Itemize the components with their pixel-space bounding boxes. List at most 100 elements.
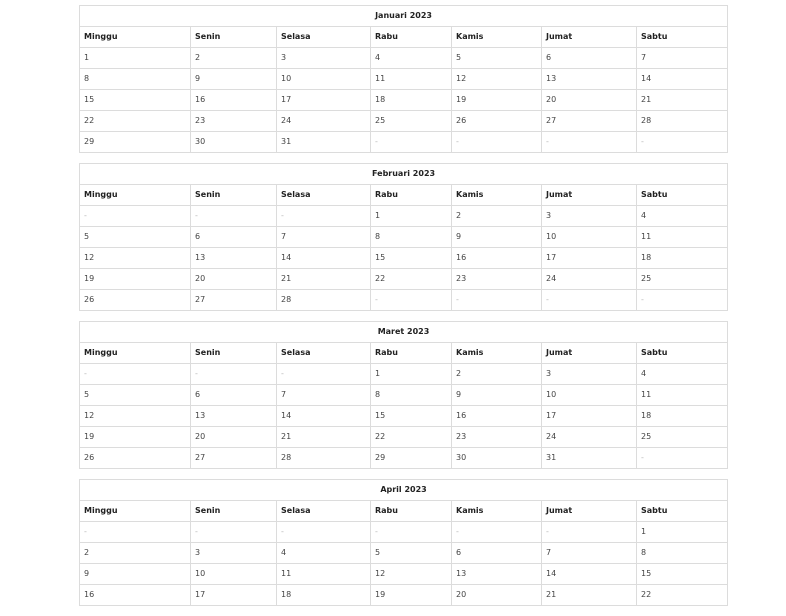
month-title-row: Februari 2023 xyxy=(78,163,729,185)
day-cell: 17 xyxy=(190,584,277,606)
day-cell: 12 xyxy=(79,405,191,427)
day-cell: 19 xyxy=(79,268,191,290)
week-row: 12 13 14 15 16 17 18 xyxy=(79,247,729,269)
day-header: Jumat xyxy=(541,184,637,206)
day-header: Rabu xyxy=(370,184,452,206)
day-header: Kamis xyxy=(451,184,542,206)
week-row: 5 6 7 8 9 10 11 xyxy=(79,384,728,406)
day-cell: 27 xyxy=(190,447,277,469)
day-cell: 19 xyxy=(79,426,191,448)
day-cell: 6 xyxy=(541,47,637,69)
day-cell: 16 xyxy=(451,247,542,269)
day-header: Rabu xyxy=(370,500,452,522)
week-row: 26 27 28- - - - xyxy=(79,289,729,311)
day-cell: 28 xyxy=(635,110,729,132)
day-cell: 29 xyxy=(79,131,191,153)
day-cell: 5 xyxy=(79,226,191,248)
day-cell: 3 xyxy=(190,542,277,564)
day-cell: 28 xyxy=(276,447,371,469)
day-cell: 26 xyxy=(79,289,191,311)
week-row: 5 6 7 8 9 10 11 xyxy=(79,226,729,248)
day-cell: 17 xyxy=(541,247,637,269)
day-cell: 23 xyxy=(451,268,542,290)
day-cell: 13 xyxy=(451,563,542,585)
day-cell: 22 xyxy=(635,584,729,606)
day-header-row: Minggu Senin Selasa Rabu Kamis Jumat Sabtu xyxy=(79,500,729,522)
day-header: Minggu xyxy=(79,500,191,522)
day-header: Selasa xyxy=(276,184,371,206)
day-cell: 4 xyxy=(370,47,452,69)
day-cell: 20 xyxy=(190,268,277,290)
month-calendar-table: April 2023 Minggu Senin Selasa Rabu Kamis Juma… xyxy=(78,479,729,606)
day-cell: 12 xyxy=(451,68,542,90)
week-row: ---1234 xyxy=(79,205,729,227)
empty-day-cell: - xyxy=(370,289,452,311)
week-row: ---1234 xyxy=(79,363,728,385)
day-cell: 11 xyxy=(276,563,371,585)
day-cell: 4 xyxy=(635,205,729,227)
day-cell: 7 xyxy=(276,384,371,406)
day-cell: 4 xyxy=(276,542,371,564)
day-cell: 13 xyxy=(190,405,277,427)
day-cell: 1 xyxy=(370,363,452,385)
week-row: 26 27 28 29 30 31- xyxy=(79,447,728,469)
day-cell: 17 xyxy=(276,89,371,111)
day-cell: 18 xyxy=(276,584,371,606)
day-cell: 9 xyxy=(451,384,542,406)
month-title-row: April 2023 xyxy=(78,479,729,501)
day-header: Senin xyxy=(190,184,277,206)
day-cell: 11 xyxy=(636,384,728,406)
month-title-row: Maret 2023 xyxy=(79,321,728,343)
week-row: 2345678 xyxy=(79,542,729,564)
day-cell: 2 xyxy=(451,205,542,227)
day-cell: 23 xyxy=(451,426,542,448)
week-row: 29 30 31- - - - xyxy=(79,131,729,153)
day-header: Kamis xyxy=(451,500,542,522)
empty-day-cell: - xyxy=(190,205,277,227)
day-cell: 3 xyxy=(541,205,637,227)
empty-day-cell: - xyxy=(190,363,277,385)
day-cell: 13 xyxy=(541,68,637,90)
day-cell: 14 xyxy=(276,247,371,269)
empty-day-cell: - xyxy=(79,363,191,385)
day-cell: 27 xyxy=(190,289,277,311)
day-cell: 9 xyxy=(79,563,191,585)
day-cell: 8 xyxy=(79,68,191,90)
day-cell: 9 xyxy=(190,68,277,90)
day-header: Selasa xyxy=(276,342,371,364)
day-cell: 23 xyxy=(190,110,277,132)
day-cell: 15 xyxy=(370,405,452,427)
day-header: Minggu xyxy=(79,26,191,48)
day-header: Jumat xyxy=(541,500,637,522)
day-cell: 11 xyxy=(635,226,729,248)
empty-day-cell: - xyxy=(541,289,637,311)
day-header: Senin xyxy=(190,26,277,48)
day-cell: 21 xyxy=(276,426,371,448)
day-header: Jumat xyxy=(541,342,637,364)
day-cell: 8 xyxy=(370,384,452,406)
empty-day-cell: - xyxy=(541,131,637,153)
day-header: Selasa xyxy=(276,26,371,48)
day-cell: 25 xyxy=(636,426,728,448)
day-cell: 30 xyxy=(451,447,542,469)
day-cell: 13 xyxy=(190,247,277,269)
day-cell: 21 xyxy=(276,268,371,290)
day-header-row: Minggu Senin Selasa Rabu Kamis Jumat Sabtu xyxy=(79,184,729,206)
empty-day-cell: - xyxy=(451,521,542,543)
day-cell: 15 xyxy=(79,89,191,111)
month-title: Februari 2023 xyxy=(78,163,729,185)
day-cell: 27 xyxy=(541,110,637,132)
day-header-row: Minggu Senin Selasa Rabu Kamis Jumat Sabtu xyxy=(79,26,729,48)
week-row: 1234567 xyxy=(79,47,729,69)
day-cell: 10 xyxy=(541,384,637,406)
day-cell: 14 xyxy=(276,405,371,427)
day-cell: 25 xyxy=(370,110,452,132)
empty-day-cell: - xyxy=(276,205,371,227)
month-calendar-table: Februari 2023 Minggu Senin Selasa Rabu Kamis J… xyxy=(78,163,729,311)
empty-day-cell: - xyxy=(190,521,277,543)
day-cell: 2 xyxy=(79,542,191,564)
day-cell: 3 xyxy=(276,47,371,69)
day-cell: 24 xyxy=(541,268,637,290)
day-header: Minggu xyxy=(79,184,191,206)
day-cell: 17 xyxy=(541,405,637,427)
